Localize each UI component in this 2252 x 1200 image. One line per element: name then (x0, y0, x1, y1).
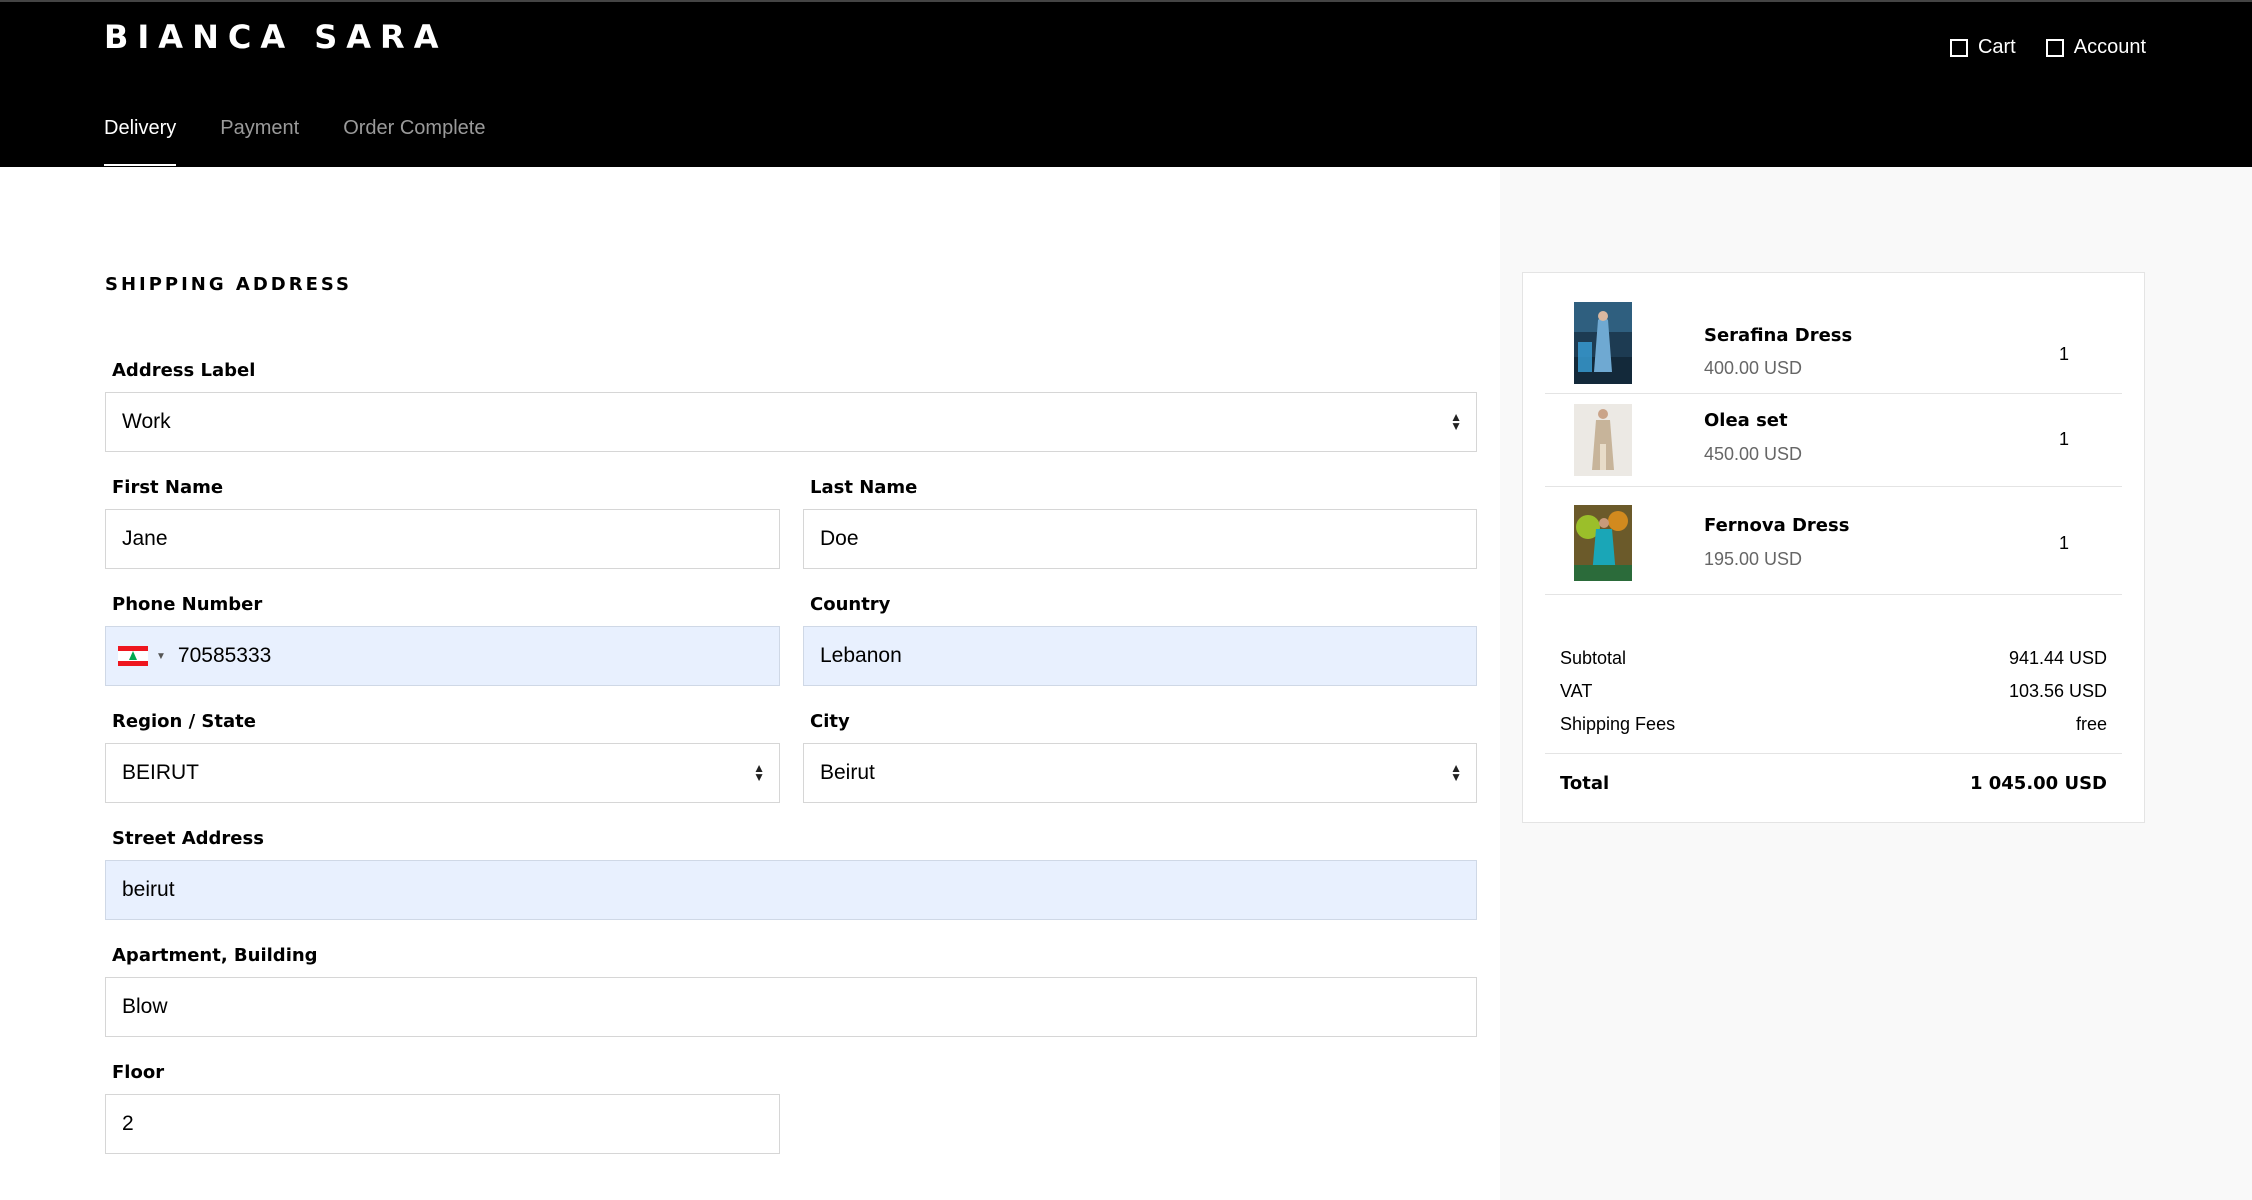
total-value: 1 045.00 USD (1969, 773, 2107, 794)
account-link[interactable]: Account (2045, 36, 2146, 59)
country-box (803, 626, 1477, 686)
first-name-label: First Name (112, 477, 224, 498)
subtotal-label: Subtotal (1560, 648, 1627, 668)
cart-label: Cart (1977, 36, 2016, 58)
apartment-field: Apartment, Building (105, 945, 1477, 1037)
section-title: SHIPPING ADDRESS (105, 274, 353, 295)
cart-item: Fernova Dress 195.00 USD 1 (1545, 487, 2122, 595)
item-quantity: 1 (2058, 344, 2069, 364)
lebanon-flag-icon[interactable] (118, 646, 148, 666)
subtotal-row: Subtotal 941.44 USD (1545, 642, 2122, 675)
checkout-steps: Delivery Payment Order Complete (104, 117, 485, 166)
street-input[interactable] (122, 878, 1460, 902)
region-select[interactable]: BEIRUT ▲ ▼ (105, 743, 780, 803)
address-label-select[interactable]: Work ▲ ▼ (105, 392, 1477, 452)
select-arrows-icon: ▲ ▼ (1450, 410, 1462, 433)
last-name-label: Last Name (810, 477, 918, 498)
country-label: Country (810, 594, 891, 615)
item-price: 400.00 USD (1704, 358, 1803, 378)
item-name[interactable]: Fernova Dress (1704, 515, 1849, 536)
floor-input[interactable] (122, 1112, 763, 1136)
apartment-input[interactable] (122, 995, 1460, 1019)
item-price: 450.00 USD (1704, 444, 1803, 464)
cart-icon (1949, 38, 1968, 57)
shipping-label: Shipping Fees (1560, 714, 1676, 734)
total-label: Total (1560, 773, 1610, 794)
shipping-value: free (2075, 714, 2107, 734)
phone-field: Phone Number ▼ (105, 594, 780, 686)
product-thumbnail[interactable] (1574, 302, 1632, 384)
street-field: Street Address (105, 828, 1477, 920)
last-name-field: Last Name (803, 477, 1477, 569)
city-value: Beirut (820, 761, 875, 784)
region-label: Region / State (112, 711, 256, 732)
brand-logo[interactable]: BIANCA SARA (104, 18, 447, 56)
address-label-label: Address Label (112, 360, 256, 381)
account-icon (2045, 38, 2064, 57)
step-delivery[interactable]: Delivery (104, 117, 177, 166)
street-label: Street Address (112, 828, 264, 849)
product-thumbnail[interactable] (1574, 505, 1632, 581)
caret-down-icon[interactable]: ▼ (156, 651, 166, 662)
floor-field: Floor (105, 1062, 780, 1154)
shipping-form: SHIPPING ADDRESS Address Label Work ▲ ▼ F… (0, 167, 1500, 1200)
apartment-box (105, 977, 1477, 1037)
item-name[interactable]: Olea set (1704, 410, 1788, 431)
last-name-box (803, 509, 1477, 569)
apartment-label: Apartment, Building (112, 945, 318, 966)
city-field: City Beirut ▲ ▼ (803, 711, 1477, 803)
country-field: Country (803, 594, 1477, 686)
select-arrows-icon: ▲ ▼ (753, 761, 765, 784)
order-summary: Serafina Dress 400.00 USD 1 Olea set 450… (1522, 272, 2145, 823)
phone-input[interactable] (177, 644, 763, 668)
region-field: Region / State BEIRUT ▲ ▼ (105, 711, 780, 803)
address-label-field: Address Label Work ▲ ▼ (105, 360, 1477, 452)
cart-link[interactable]: Cart (1949, 36, 2016, 59)
first-name-input[interactable] (122, 527, 763, 551)
floor-label: Floor (112, 1062, 165, 1083)
subtotal-value: 941.44 USD (2008, 648, 2107, 668)
cart-item: Olea set 450.00 USD 1 (1545, 394, 2122, 487)
vat-value: 103.56 USD (2008, 681, 2107, 701)
item-price: 195.00 USD (1704, 549, 1803, 569)
totals-block: Subtotal 941.44 USD VAT 103.56 USD Shipp… (1545, 642, 2122, 741)
country-input[interactable] (820, 644, 1460, 668)
product-thumbnail[interactable] (1574, 404, 1632, 476)
cart-item: Serafina Dress 400.00 USD 1 (1545, 295, 2122, 394)
vat-label: VAT (1560, 681, 1593, 701)
region-value: BEIRUT (122, 761, 200, 784)
vat-row: VAT 103.56 USD (1545, 675, 2122, 708)
header-links: Cart Account (1949, 36, 2146, 59)
phone-box: ▼ (105, 626, 780, 686)
step-payment[interactable]: Payment (220, 117, 299, 166)
city-label: City (810, 711, 850, 732)
city-select[interactable]: Beirut ▲ ▼ (803, 743, 1477, 803)
account-label: Account (2073, 36, 2146, 58)
first-name-box (105, 509, 780, 569)
address-label-value: Work (122, 410, 171, 433)
floor-box (105, 1094, 780, 1154)
street-box (105, 860, 1477, 920)
step-order-complete[interactable]: Order Complete (343, 117, 485, 166)
item-quantity: 1 (2058, 533, 2069, 553)
first-name-field: First Name (105, 477, 780, 569)
total-row: Total 1 045.00 USD (1545, 753, 2122, 813)
site-header: BIANCA SARA Cart Account Delivery Paymen… (0, 0, 2252, 167)
phone-label: Phone Number (112, 594, 263, 615)
item-name[interactable]: Serafina Dress (1704, 325, 1852, 346)
item-quantity: 1 (2058, 429, 2069, 449)
last-name-input[interactable] (820, 527, 1460, 551)
select-arrows-icon: ▲ ▼ (1450, 761, 1462, 784)
shipping-row: Shipping Fees free (1545, 708, 2122, 741)
